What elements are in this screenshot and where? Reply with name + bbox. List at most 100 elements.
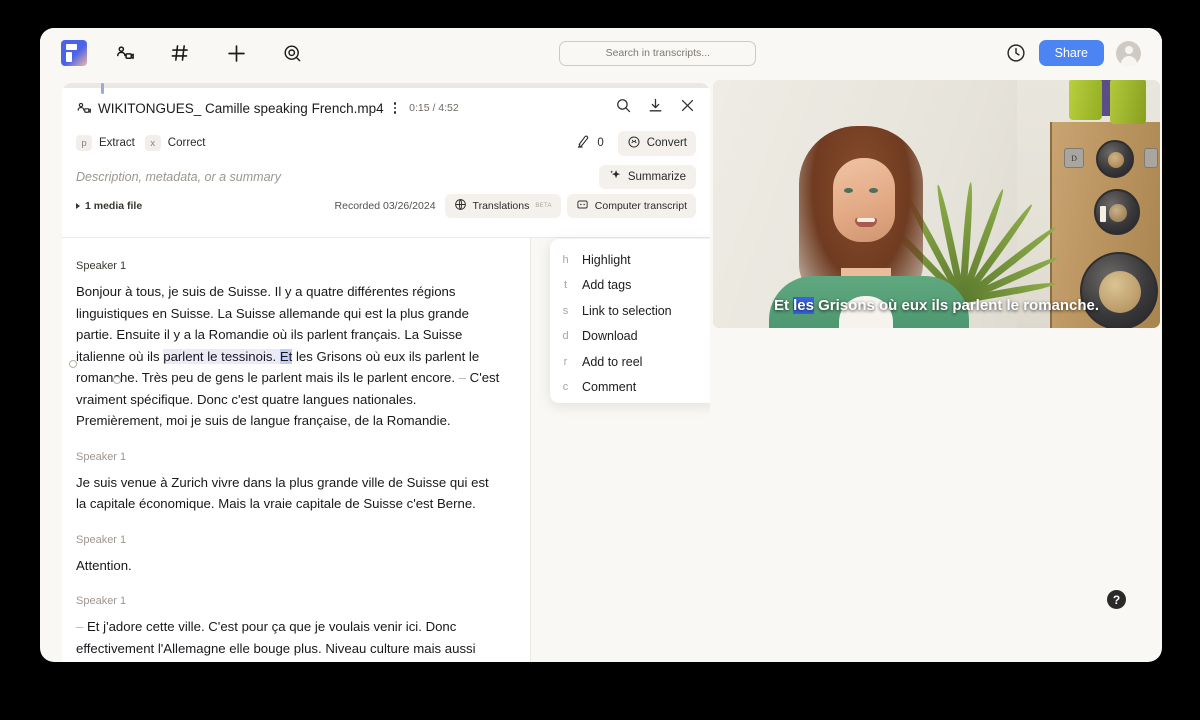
video-caption: Et les Grisons où eux ils parlent le rom… [713,297,1160,314]
document-download-icon[interactable] [647,97,664,119]
correct-shortcut-key: x [144,135,161,151]
robot-icon [576,198,589,214]
extract-label: Extract [99,137,135,149]
document-meta-row: 1 media file Recorded 03/26/2024 Transla… [76,193,696,219]
document-card: WIKITONGUES_ Camille speaking French.mp4… [62,83,710,662]
green-pot-right [1110,80,1146,124]
share-button[interactable]: Share [1038,40,1104,66]
document-search-icon[interactable] [615,97,632,119]
people-video-icon [76,101,91,116]
desktop-background: Share WIKITONGUES_ Camille speaking Fre [0,0,1200,720]
context-menu-label: Link to selection [582,303,672,318]
video-frame: D [713,80,1160,328]
media-files-toggle[interactable]: 1 media file [76,200,142,212]
context-menu-label: Add tags [582,278,632,293]
left-eye [844,188,853,193]
description-row: Description, metadata, or a summary Summ… [76,161,696,193]
document-title[interactable]: WIKITONGUES_ Camille speaking French.mp4 [98,101,384,116]
transcript-paragraph[interactable]: Attention. [76,555,500,577]
transcript-block: Speaker 1 – Et j'adore cette ville. C'es… [76,595,686,662]
shortcut-key: s [562,304,569,317]
document-more-menu-icon[interactable] [391,98,400,118]
search-input[interactable] [559,40,757,66]
correct-label: Correct [167,137,206,149]
playback-timecode: 0:15 / 4:52 [409,102,459,114]
nav-tags-hash-icon[interactable] [161,34,199,72]
translations-label: Translations [472,200,530,212]
cabinet-label [1100,206,1106,222]
caption-text-after: Grisons où eux ils parlent le romanche. [813,297,1100,314]
extract-shortcut-key: p [76,135,92,151]
top-app-bar: Share [40,28,1162,78]
context-menu-label: Highlight [582,252,631,267]
recorded-date: Recorded 03/26/2024 [334,200,436,212]
tweeter-driver [1096,140,1134,178]
pause-dash-icon: – [76,619,84,634]
context-menu-item-comment[interactable]: c Comment [550,375,710,401]
app-logo-icon[interactable] [61,40,87,66]
summarize-button[interactable]: Summarize [598,165,696,189]
selection-handle-end[interactable] [113,376,121,384]
pause-dash-icon: – [458,370,466,385]
context-menu-item-highlight[interactable]: h Highlight [550,247,710,273]
correct-chip[interactable]: x Correct [144,135,206,151]
context-menu-item-link-to-selection[interactable]: s Link to selection [550,298,710,324]
speaker-label: Speaker 1 [76,450,127,463]
user-avatar[interactable] [1116,40,1141,66]
person-face [833,158,895,242]
context-menu-label: Add to reel [582,354,643,369]
video-player[interactable]: D Et les Grisons où eux ils parlent le r… [713,80,1160,328]
selection-handle-start[interactable] [69,360,77,368]
search-container [311,40,1005,66]
help-button[interactable]: ? [1107,590,1126,609]
document-title-actions [615,97,696,119]
shortcut-key: d [562,330,569,343]
context-menu-item-download[interactable]: d Download [550,324,710,350]
document-chips-right: 0 Convert [568,130,696,156]
document-meta-right: Recorded 03/26/2024 Translations BETA Co… [335,194,696,218]
nav-collections-icon[interactable] [105,34,143,72]
extract-chip[interactable]: p Extract [76,135,135,151]
history-clock-icon[interactable] [1005,42,1027,64]
convert-icon [627,135,641,152]
document-title-row: WIKITONGUES_ Camille speaking French.mp4… [76,88,696,128]
sparkle-icon [609,169,622,185]
computer-transcript-label: Computer transcript [594,200,687,212]
woofer-driver [1080,252,1158,328]
selection-context-menu: h Highlight t Add tags s Link to selecti… [550,239,710,403]
context-menu-item-add-tags[interactable]: t Add tags [550,273,710,299]
app-window: Share WIKITONGUES_ Camille speaking Fre [40,28,1162,662]
summarize-label: Summarize [627,171,686,183]
document-close-icon[interactable] [679,97,696,119]
transcript-paragraph[interactable]: Je suis venue à Zurich vivre dans la plu… [76,472,500,515]
caption-highlighted-word: les [793,297,814,314]
speaker-badge-right [1144,148,1158,168]
transcript-paragraph[interactable]: – Et j'adore cette ville. C'est pour ça … [76,616,500,662]
mouth [855,218,877,227]
transcript-block: Speaker 1 Attention. [76,534,686,577]
expand-triangle-icon [76,203,80,209]
nav-explore-icon[interactable] [273,34,311,72]
context-menu-label: Comment [582,380,637,395]
description-input-placeholder[interactable]: Description, metadata, or a summary [76,170,281,184]
computer-transcript-button[interactable]: Computer transcript [566,194,696,218]
media-files-label: 1 media file [85,200,143,212]
highlighted-word: Et [279,348,293,364]
nav-new-plus-icon[interactable] [217,34,255,72]
shortcut-key: h [562,253,569,266]
context-menu-item-add-to-reel[interactable]: r Add to reel [550,349,710,375]
globe-icon [454,198,467,214]
context-menu-label: Download [582,329,638,344]
speaker-badge-letter: D [1064,148,1084,168]
convert-button[interactable]: Convert [617,130,696,156]
highlighter-pen-icon [576,134,591,152]
shortcut-key: t [563,279,568,292]
highlight-count-chip[interactable]: 0 [568,131,611,155]
app-bar-actions: Share [1005,40,1141,66]
transcript-paragraph[interactable]: Bonjour à tous, je suis de Suisse. Il y … [69,281,500,432]
document-action-chips: p Extract x Correct 0 Convert [76,128,696,158]
translations-button[interactable]: Translations BETA [444,194,561,218]
shortcut-key: r [563,355,568,368]
green-pot-left [1069,80,1102,120]
selected-text: parlent le tessinois. [163,348,280,364]
